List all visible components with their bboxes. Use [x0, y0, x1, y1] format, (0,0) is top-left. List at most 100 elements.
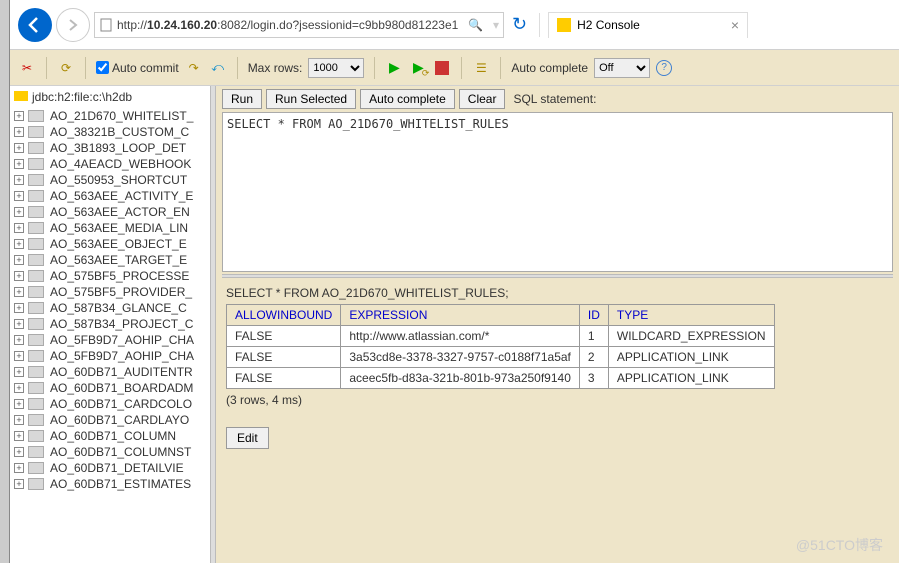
- expand-icon[interactable]: +: [14, 223, 24, 233]
- auto-commit-toggle[interactable]: Auto commit: [96, 61, 179, 75]
- tree-item[interactable]: +AO_60DB71_COLUMN: [10, 428, 215, 444]
- tree-item[interactable]: +AO_587B34_GLANCE_C: [10, 300, 215, 316]
- expand-icon[interactable]: +: [14, 319, 24, 329]
- tree-item[interactable]: + AO_563AEE_TARGET_E: [10, 252, 215, 268]
- rollback-icon[interactable]: ⤺: [209, 59, 227, 77]
- tree-item[interactable]: + AO_575BF5_PROVIDER_: [10, 284, 215, 300]
- expand-icon[interactable]: +: [14, 111, 24, 121]
- page-icon: [99, 18, 113, 32]
- history-icon[interactable]: ☰: [472, 59, 490, 77]
- back-button[interactable]: [18, 8, 52, 42]
- search-icon[interactable]: 🔍: [468, 18, 483, 32]
- tree-item[interactable]: +AO_3B1893_LOOP_DET: [10, 140, 215, 156]
- expand-icon[interactable]: +: [14, 415, 24, 425]
- expand-icon[interactable]: +: [14, 175, 24, 185]
- tree-item[interactable]: +AO_21D670_WHITELIST_: [10, 108, 215, 124]
- horizontal-splitter[interactable]: [222, 274, 893, 278]
- run-selected-icon[interactable]: ▶⟳: [409, 59, 427, 77]
- tree-item[interactable]: +AO_575BF5_PROCESSE: [10, 268, 215, 284]
- expand-icon[interactable]: +: [14, 479, 24, 489]
- expand-icon[interactable]: +: [14, 159, 24, 169]
- run-button[interactable]: Run: [222, 89, 262, 109]
- tree-item[interactable]: +AO_5FB9D7_AOHIP_CHA: [10, 348, 215, 364]
- expand-icon[interactable]: +: [14, 191, 24, 201]
- tree-item[interactable]: +AO_38321B_CUSTOM_C: [10, 124, 215, 140]
- expand-icon[interactable]: +: [14, 287, 24, 297]
- tree-item-label: AO_550953_SHORTCUT: [50, 173, 187, 187]
- expand-icon[interactable]: +: [14, 399, 24, 409]
- stop-icon[interactable]: [433, 59, 451, 77]
- tree-item[interactable]: +AO_563AEE_ACTIVITY_E: [10, 188, 215, 204]
- expand-icon[interactable]: +: [14, 367, 24, 377]
- expand-icon[interactable]: +: [14, 303, 24, 313]
- auto-complete-select[interactable]: Off: [594, 58, 650, 78]
- tree-item-label: AO_587B34_PROJECT_C: [50, 317, 193, 331]
- tree-item-label: AO_60DB71_BOARDADM: [50, 381, 193, 395]
- edit-button[interactable]: Edit: [226, 427, 269, 449]
- expand-icon[interactable]: +: [14, 447, 24, 457]
- tree-item[interactable]: +AO_60DB71_ESTIMATES: [10, 476, 215, 492]
- table-icon: [28, 334, 44, 346]
- expand-icon[interactable]: +: [14, 255, 24, 265]
- tree-item-label: AO_575BF5_PROVIDER_: [50, 285, 192, 299]
- tree-item[interactable]: +AO_60DB71_CARDCOLO: [10, 396, 215, 412]
- tree-item[interactable]: +AO_563AEE_MEDIA_LIN: [10, 220, 215, 236]
- disconnect-icon[interactable]: ✂: [18, 59, 36, 77]
- column-header[interactable]: ID: [579, 305, 608, 326]
- tree-pane: jdbc:h2:file:c:\h2db +AO_21D670_WHITELIS…: [10, 86, 216, 563]
- tree-item[interactable]: +AO_60DB71_COLUMNST: [10, 444, 215, 460]
- expand-icon[interactable]: +: [14, 127, 24, 137]
- close-icon[interactable]: ×: [731, 17, 739, 33]
- help-icon[interactable]: ?: [656, 60, 672, 76]
- expand-icon[interactable]: +: [14, 463, 24, 473]
- tree-item[interactable]: +AO_563AEE_ACTOR_EN: [10, 204, 215, 220]
- address-bar[interactable]: http://10.24.160.20:8082/login.do?jsessi…: [94, 12, 504, 38]
- database-icon: [14, 91, 28, 101]
- table-row[interactable]: FALSEaceec5fb-d83a-321b-801b-973a250f914…: [227, 368, 775, 389]
- tree-item[interactable]: + AO_550953_SHORTCUT: [10, 172, 215, 188]
- table-icon: [28, 110, 44, 122]
- main-pane: Run Run Selected Auto complete Clear SQL…: [216, 86, 899, 563]
- refresh-icon[interactable]: ↻: [512, 14, 527, 35]
- vertical-splitter[interactable]: [210, 86, 216, 563]
- commit-icon[interactable]: ↷: [185, 59, 203, 77]
- tree-item[interactable]: +AO_563AEE_OBJECT_E: [10, 236, 215, 252]
- tree-item[interactable]: +AO_60DB71_DETAILVIE: [10, 460, 215, 476]
- sql-editor[interactable]: [222, 112, 893, 272]
- expand-icon[interactable]: +: [14, 431, 24, 441]
- tree-item-label: AO_563AEE_TARGET_E: [50, 253, 187, 267]
- expand-icon[interactable]: +: [14, 271, 24, 281]
- auto-commit-checkbox[interactable]: [96, 61, 109, 74]
- tree-item[interactable]: + AO_587B34_PROJECT_C: [10, 316, 215, 332]
- table-row[interactable]: FALSE3a53cd8e-3378-3327-9757-c0188f71a5a…: [227, 347, 775, 368]
- table-icon: [28, 238, 44, 250]
- auto-complete-label: Auto complete: [511, 61, 588, 75]
- tree-item[interactable]: +AO_4AEACD_WEBHOOK: [10, 156, 215, 172]
- max-rows-select[interactable]: 1000: [308, 58, 364, 78]
- tree-item[interactable]: + AO_60DB71_BOARDADM: [10, 380, 215, 396]
- auto-complete-button[interactable]: Auto complete: [360, 89, 455, 109]
- run-selected-button[interactable]: Run Selected: [266, 89, 356, 109]
- table-icon: [28, 382, 44, 394]
- forward-button[interactable]: [56, 8, 90, 42]
- browser-tab[interactable]: H2 Console ×: [548, 12, 748, 38]
- expand-icon[interactable]: +: [14, 239, 24, 249]
- tree-item[interactable]: +AO_60DB71_AUDITENTR: [10, 364, 215, 380]
- run-icon[interactable]: ▶: [385, 59, 403, 77]
- table-row[interactable]: FALSEhttp://www.atlassian.com/*1WILDCARD…: [227, 326, 775, 347]
- expand-icon[interactable]: +: [14, 335, 24, 345]
- table-icon: [28, 366, 44, 378]
- tree-root[interactable]: jdbc:h2:file:c:\h2db: [10, 86, 215, 108]
- column-header[interactable]: TYPE: [608, 305, 774, 326]
- clear-button[interactable]: Clear: [459, 89, 506, 109]
- refresh-tree-icon[interactable]: ⟳: [57, 59, 75, 77]
- expand-icon[interactable]: +: [14, 143, 24, 153]
- tree-item[interactable]: +AO_5FB9D7_AOHIP_CHA: [10, 332, 215, 348]
- expand-icon[interactable]: +: [14, 351, 24, 361]
- column-header[interactable]: EXPRESSION: [341, 305, 580, 326]
- tree-item[interactable]: +AO_60DB71_CARDLAYO: [10, 412, 215, 428]
- expand-icon[interactable]: +: [14, 383, 24, 393]
- expand-icon[interactable]: +: [14, 207, 24, 217]
- table-cell: FALSE: [227, 347, 341, 368]
- column-header[interactable]: ALLOWINBOUND: [227, 305, 341, 326]
